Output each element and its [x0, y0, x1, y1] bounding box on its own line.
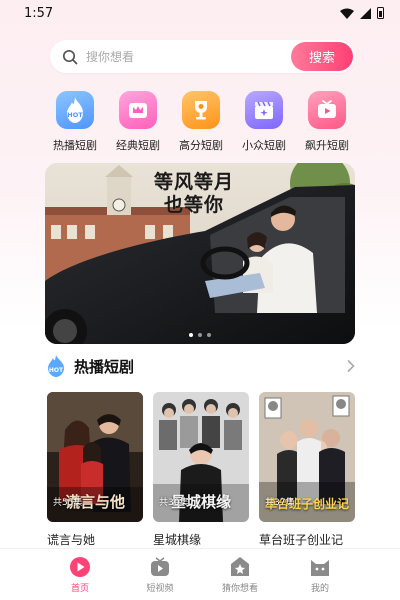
home-play-icon	[70, 556, 90, 577]
nav-recommend[interactable]: 猜你想看	[210, 556, 270, 594]
drama-card[interactable]: 草台班子创业记 共37集 草台班子创业记	[259, 392, 355, 552]
clapperboard-icon	[245, 91, 283, 129]
episode-count: 共55集	[53, 498, 83, 508]
banner-dot[interactable]	[198, 333, 202, 337]
category-shortcuts: HOT 热播短剧 经典短剧 高分短剧 小众短剧 飙升短剧	[46, 91, 356, 157]
search-bar[interactable]: 搜你想看 搜索	[50, 40, 355, 73]
trophy-icon	[182, 91, 220, 129]
banner-title-line1: 等风等月	[153, 171, 234, 193]
banner-dot[interactable]	[207, 333, 211, 337]
search-input[interactable]: 搜你想看	[86, 48, 291, 65]
hot-fire-icon: HOT	[48, 355, 64, 377]
drama-title[interactable]: 草台班子创业记	[259, 531, 355, 548]
category-rising[interactable]: 飙升短剧	[298, 91, 356, 157]
episode-count: 共30集	[159, 498, 189, 508]
play-screen-icon	[308, 91, 346, 129]
battery-icon	[377, 7, 384, 19]
hot-fire-icon: HOT	[56, 91, 94, 129]
banner-title: 等风等月 也等你	[149, 171, 239, 217]
category-label: 小众短剧	[242, 139, 286, 152]
drama-poster[interactable]: 草台班子创业记 共37集	[259, 392, 355, 522]
category-niche[interactable]: 小众短剧	[235, 91, 293, 157]
nav-profile[interactable]: 我的	[290, 556, 350, 594]
episode-count: 共37集	[265, 498, 295, 508]
banner-dot-active[interactable]	[189, 333, 193, 337]
nav-label: 短视频	[146, 583, 174, 594]
status-bar: 1:57	[0, 0, 400, 26]
section-title: 热播短剧	[74, 357, 135, 376]
category-classic[interactable]: 经典短剧	[109, 91, 167, 157]
category-high-score[interactable]: 高分短剧	[172, 91, 230, 157]
category-hot[interactable]: HOT 热播短剧	[46, 91, 104, 157]
wifi-icon	[340, 8, 354, 19]
banner-pagination[interactable]	[45, 333, 355, 337]
status-icons	[340, 7, 384, 19]
crown-icon	[119, 91, 157, 129]
recommend-icon	[231, 556, 249, 576]
banner-title-line2: 也等你	[163, 194, 224, 216]
category-label: 热播短剧	[53, 139, 97, 152]
hot-section-badge: HOT	[49, 367, 64, 374]
bottom-nav: 首页 短视频 猜你想看 我的	[0, 548, 400, 600]
nav-label: 首页	[70, 583, 89, 594]
category-label: 经典短剧	[116, 139, 160, 152]
drama-title[interactable]: 星城棋缘	[153, 531, 249, 548]
hot-section-header[interactable]: HOT 热播短剧	[45, 354, 355, 378]
drama-poster[interactable]: 谎言与他 共55集	[47, 392, 143, 522]
drama-title[interactable]: 谎言与她	[47, 531, 143, 548]
status-time: 1:57	[24, 5, 54, 21]
profile-icon	[311, 559, 329, 576]
category-label: 高分短剧	[179, 139, 223, 152]
nav-short-video[interactable]: 短视频	[130, 556, 190, 594]
drama-card[interactable]: 星城棋缘 共30集 星城棋缘	[153, 392, 249, 552]
hot-drama-list: 谎言与他 共55集 谎言与她 星城棋缘 共30集 星城棋缘 草台班子创业记 共3…	[47, 392, 367, 552]
drama-card[interactable]: 谎言与他 共55集 谎言与她	[47, 392, 143, 552]
nav-home[interactable]: 首页	[50, 556, 110, 594]
search-button[interactable]: 搜索	[291, 42, 353, 71]
signal-icon	[360, 7, 371, 19]
nav-label: 猜你想看	[221, 583, 258, 594]
featured-banner[interactable]: 等风等月 也等你	[45, 163, 355, 344]
short-video-icon	[151, 556, 169, 576]
chevron-right-icon[interactable]	[347, 360, 355, 372]
category-hot-badge: HOT	[67, 111, 83, 119]
nav-label: 我的	[310, 583, 329, 594]
drama-poster[interactable]: 星城棋缘 共30集	[153, 392, 249, 522]
search-icon	[62, 49, 78, 64]
category-label: 飙升短剧	[305, 139, 349, 152]
